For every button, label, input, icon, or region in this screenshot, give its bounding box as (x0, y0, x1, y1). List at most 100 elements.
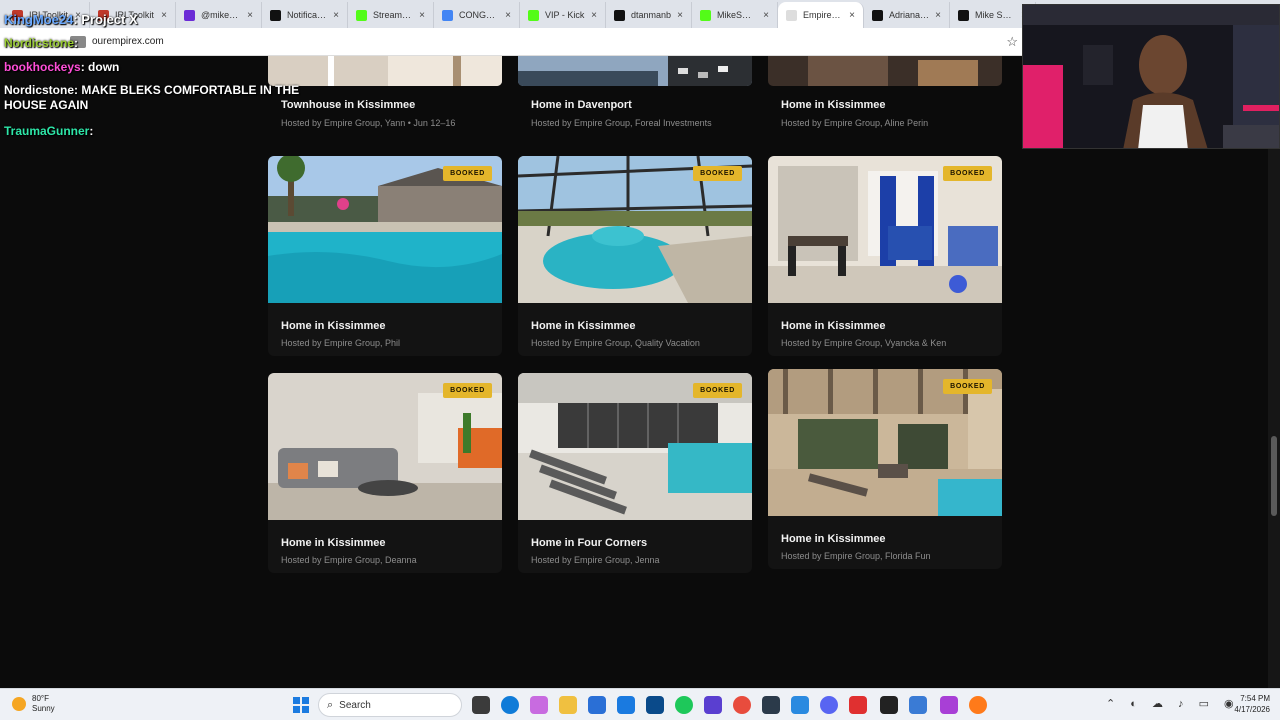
discord-icon[interactable] (820, 696, 838, 714)
listing-card[interactable]: BOOKED Home in Kissimmee Hosted by Empir… (768, 156, 1002, 356)
tab-close-icon[interactable]: × (333, 10, 339, 21)
browser-tab[interactable]: MikeSmalls × (692, 2, 778, 28)
listing-photo[interactable] (768, 56, 1002, 86)
listing-title[interactable]: Home in Four Corners (531, 537, 647, 549)
firefox-icon[interactable] (969, 696, 987, 714)
screen: IRLToolkit×IRLToolkit×@mikesmallsjr×Noti… (0, 0, 1280, 720)
tab-close-icon[interactable]: × (849, 10, 855, 21)
file-explorer-icon[interactable] (559, 696, 577, 714)
browser-tab[interactable]: EmpireX – × (778, 2, 864, 28)
listing-card[interactable]: Home in Kissimmee Hosted by Empire Group… (768, 56, 1002, 156)
browser-tab[interactable]: Notifications × (262, 2, 348, 28)
listing-card[interactable]: BOOKED Home in Kissimmee Hosted by Empir… (518, 156, 752, 356)
listing-card[interactable]: Townhouse in Kissimmee Hosted by Empire … (268, 56, 502, 156)
listing-host: Hosted by Empire Group, Deanna (281, 555, 417, 565)
listing-title[interactable]: Home in Kissimmee (781, 99, 886, 111)
app-icon[interactable] (646, 696, 664, 714)
tab-title: Adrianah L (889, 10, 930, 20)
listing-host: Hosted by Empire Group, Florida Fun (781, 551, 931, 561)
dropbox-icon[interactable] (617, 696, 635, 714)
bookmark-star-icon[interactable]: ☆ (1006, 34, 1018, 50)
tab-favicon-icon (614, 9, 625, 21)
listing-card[interactable]: BOOKED Home in Four Corners Hosted by Em… (518, 373, 752, 573)
tab-favicon-icon (184, 9, 195, 21)
listing-title[interactable]: Home in Kissimmee (281, 320, 386, 332)
listing-card[interactable]: BOOKED Home in Kissimmee Hosted by Empir… (268, 373, 502, 573)
listing-host: Hosted by Empire Group, Yann • Jun 12–16 (281, 118, 456, 128)
listing-title[interactable]: Home in Kissimmee (781, 533, 886, 545)
browser-tab[interactable]: VIP - Kick × (520, 2, 606, 28)
app-icon[interactable] (909, 696, 927, 714)
clock-date: 4/17/2026 (1234, 705, 1270, 714)
tab-close-icon[interactable]: × (935, 10, 941, 21)
tab-title: @mikesmallsjr (201, 10, 242, 20)
copilot-icon[interactable] (530, 696, 548, 714)
scrollbar-thumb[interactable] (1271, 436, 1277, 516)
booked-badge: BOOKED (943, 166, 992, 181)
tab-title: MikeSmalls (717, 10, 757, 20)
task-view-icon[interactable] (472, 696, 490, 714)
chrome-icon[interactable] (733, 696, 751, 714)
listings-page: Townhouse in Kissimmee Hosted by Empire … (0, 56, 1280, 688)
epic-games-icon[interactable] (880, 696, 898, 714)
tab-close-icon[interactable]: × (763, 10, 769, 21)
tab-close-icon[interactable]: × (75, 10, 81, 21)
weather-widget[interactable]: 80°F Sunny (12, 694, 55, 714)
browser-tab[interactable]: CONGRADULATIONS × (434, 2, 520, 28)
tab-title: Mike Smalls (975, 10, 1016, 20)
clock[interactable]: 7:54 PM 4/17/2026 (1234, 693, 1270, 715)
listing-title[interactable]: Townhouse in Kissimmee (281, 99, 415, 111)
browser-tab[interactable]: IRLToolkit × (90, 2, 176, 28)
system-tray[interactable]: ⌃ ◐ ☁ ♪ ▭ ◉ (1106, 697, 1240, 710)
windows-taskbar: 80°F Sunny ⌕ Search ⌃ ◐ ☁ ♪ ▭ ◉ 7:54 PM … (0, 688, 1280, 720)
booked-badge: BOOKED (693, 166, 742, 181)
listing-card[interactable]: Home in Davenport Hosted by Empire Group… (518, 56, 752, 156)
taskbar-search[interactable]: ⌕ Search (318, 693, 462, 717)
url-text[interactable]: ourempirex.com (92, 36, 164, 47)
app-icon[interactable] (704, 696, 722, 714)
tab-close-icon[interactable]: × (505, 10, 511, 21)
store-icon[interactable] (588, 696, 606, 714)
tab-close-icon[interactable]: × (419, 10, 425, 21)
tab-favicon-icon (356, 9, 367, 21)
listing-photo[interactable] (518, 56, 752, 86)
listing-title[interactable]: Home in Davenport (531, 99, 632, 111)
app-icon[interactable] (849, 696, 867, 714)
listing-card[interactable]: BOOKED Home in Kissimmee Hosted by Empir… (768, 369, 1002, 569)
tab-title: dtanmanb (631, 10, 672, 20)
listing-card[interactable]: BOOKED Home in Kissimmee Hosted by Empir… (268, 156, 502, 356)
browser-tab[interactable]: dtanmanb × (606, 2, 692, 28)
browser-tab[interactable]: Stream - Kick × (348, 2, 434, 28)
start-button-icon[interactable] (293, 697, 309, 713)
listing-title[interactable]: Home in Kissimmee (281, 537, 386, 549)
listing-photo[interactable] (268, 56, 502, 86)
tab-favicon-icon (270, 9, 281, 21)
browser-tab[interactable]: Adrianah L × (864, 2, 950, 28)
page-scrollbar[interactable] (1268, 56, 1280, 688)
tab-close-icon[interactable]: × (161, 10, 167, 21)
listing-title[interactable]: Home in Kissimmee (531, 320, 636, 332)
tab-title: CONGRADULATIONS (459, 10, 499, 20)
listing-host: Hosted by Empire Group, Quality Vacation (531, 338, 700, 348)
booked-badge: BOOKED (943, 379, 992, 394)
site-info-icon[interactable] (70, 35, 86, 48)
app-icon[interactable] (791, 696, 809, 714)
tab-close-icon[interactable]: × (677, 10, 683, 21)
app-icon[interactable] (762, 696, 780, 714)
app-icon[interactable] (675, 696, 693, 714)
tab-favicon-icon (700, 9, 711, 21)
tab-close-icon[interactable]: × (247, 10, 253, 21)
tab-favicon-icon (786, 9, 797, 21)
browser-tab[interactable]: @mikesmallsjr × (176, 2, 262, 28)
tab-title: Stream - Kick (373, 10, 413, 20)
sun-icon (12, 697, 26, 711)
weather-temp: 80°F (32, 694, 49, 703)
tab-title: IRLToolkit (29, 10, 68, 20)
app-icon[interactable] (940, 696, 958, 714)
edge-icon[interactable] (501, 696, 519, 714)
tab-close-icon[interactable]: × (591, 10, 597, 21)
tab-title: EmpireX – (803, 10, 844, 20)
listing-host: Hosted by Empire Group, Phil (281, 338, 401, 348)
listing-title[interactable]: Home in Kissimmee (781, 320, 886, 332)
browser-tab[interactable]: IRLToolkit × (4, 2, 90, 28)
